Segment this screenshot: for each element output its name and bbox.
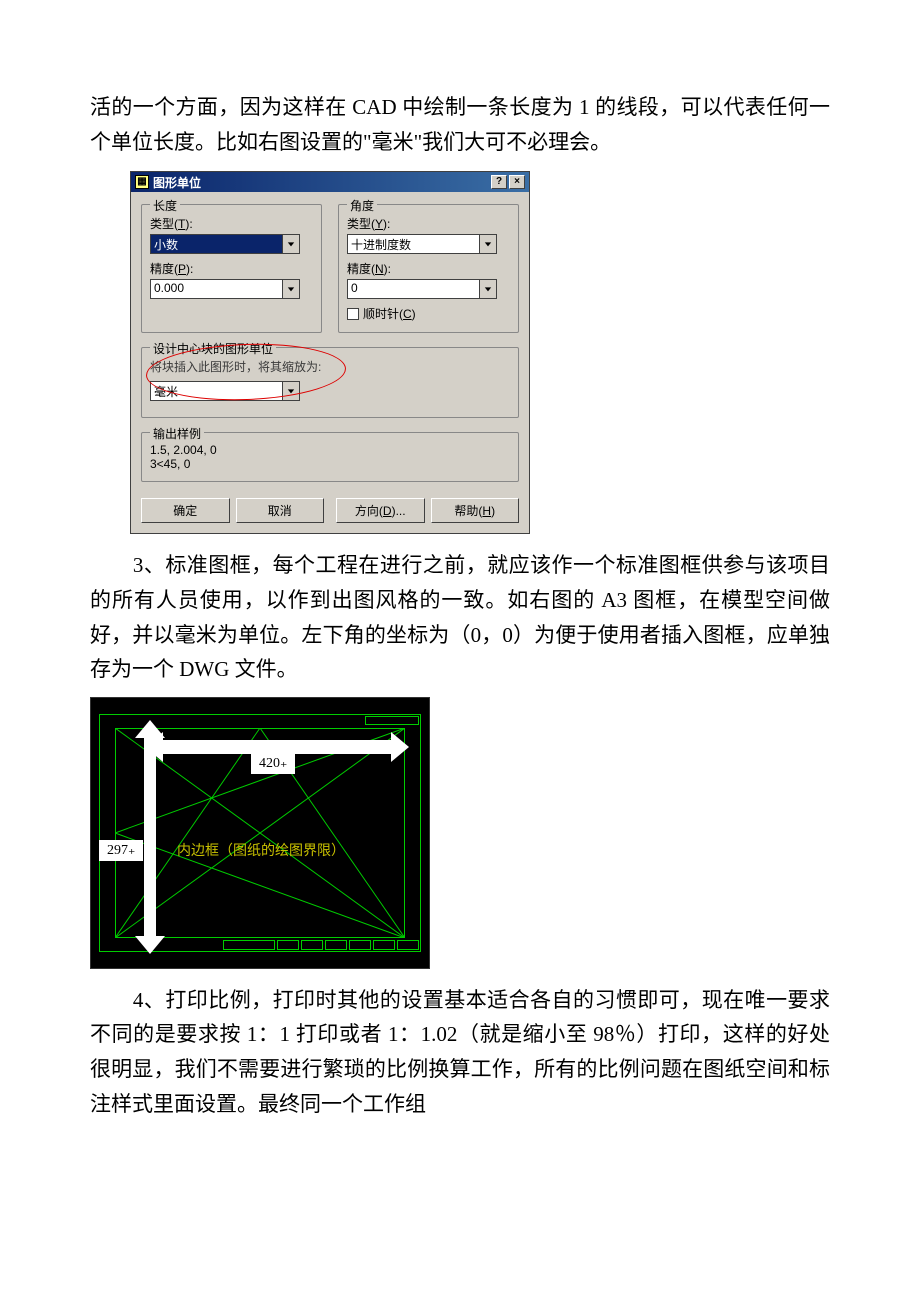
context-help-button[interactable]: ? xyxy=(491,175,507,189)
design-center-subnote: 将块插入此图形时，将其缩放为: xyxy=(150,358,510,375)
design-center-group: 设计中心块的图形单位 将块插入此图形时，将其缩放为: 毫米 xyxy=(141,347,519,418)
help-button[interactable]: 帮助(H) xyxy=(431,498,520,523)
length-type-combo[interactable]: 小数 xyxy=(150,234,300,254)
length-precision-label: 精度(P): xyxy=(150,260,313,277)
angle-group: 角度 类型(Y): 十进制度数 精度(N): 0 xyxy=(338,204,519,333)
length-legend: 长度 xyxy=(150,197,180,214)
titleblock-small xyxy=(365,716,419,725)
inner-frame-note: 内边框（图纸的绘图界限） xyxy=(177,840,345,860)
body-paragraph-3: 3、标准图框，每个工程在进行之前，就应该作一个标准图框供参与该项目的所有人员使用… xyxy=(90,548,830,687)
length-type-label: 类型(T): xyxy=(150,215,313,232)
chevron-down-icon[interactable] xyxy=(282,234,300,254)
clockwise-checkbox[interactable]: 顺时针(C) xyxy=(347,305,510,322)
sample-line-2: 3<45, 0 xyxy=(150,457,510,471)
design-center-legend: 设计中心块的图形单位 xyxy=(150,340,276,357)
angle-precision-combo[interactable]: 0 xyxy=(347,279,497,299)
titleblock-row xyxy=(223,940,419,950)
insertion-units-combo[interactable]: 毫米 xyxy=(150,381,300,401)
angle-type-value: 十进制度数 xyxy=(347,234,479,254)
dialog-titlebar: ▦ 图形单位 ? × xyxy=(131,172,529,192)
length-type-value: 小数 xyxy=(150,234,282,254)
chevron-down-icon[interactable] xyxy=(479,279,497,299)
direction-button[interactable]: 方向(D)... xyxy=(336,498,425,523)
chevron-down-icon[interactable] xyxy=(282,279,300,299)
angle-precision-label: 精度(N): xyxy=(347,260,510,277)
length-precision-combo[interactable]: 0.000 xyxy=(150,279,300,299)
cancel-button[interactable]: 取消 xyxy=(236,498,325,523)
clockwise-label: 顺时针(C) xyxy=(363,305,416,322)
chevron-down-icon[interactable] xyxy=(282,381,300,401)
drawing-units-dialog: ▦ 图形单位 ? × 长度 类型(T): 小数 xyxy=(130,171,530,534)
close-button[interactable]: × xyxy=(509,175,525,189)
ok-button[interactable]: 确定 xyxy=(141,498,230,523)
angle-type-combo[interactable]: 十进制度数 xyxy=(347,234,497,254)
insertion-units-value: 毫米 xyxy=(150,381,282,401)
sample-legend: 输出样例 xyxy=(150,425,204,442)
sample-line-1: 1.5, 2.004, 0 xyxy=(150,443,510,457)
body-paragraph-4: 4、打印比例，打印时其他的设置基本适合各自的习惯即可，现在唯一要求不同的是要求按… xyxy=(90,983,830,1122)
drawing-units-dialog-figure: ▦ 图形单位 ? × 长度 类型(T): 小数 xyxy=(130,171,830,534)
sample-output-group: 输出样例 1.5, 2.004, 0 3<45, 0 xyxy=(141,432,519,482)
app-icon: ▦ xyxy=(135,175,149,189)
length-precision-value: 0.000 xyxy=(150,279,282,299)
angle-precision-value: 0 xyxy=(347,279,479,299)
length-group: 长度 类型(T): 小数 精度(P): 0.000 xyxy=(141,204,322,333)
checkbox-box[interactable] xyxy=(347,308,359,320)
dialog-title: 图形单位 xyxy=(153,174,201,191)
chevron-down-icon[interactable] xyxy=(479,234,497,254)
height-dimension-arrow xyxy=(137,720,163,954)
width-dimension-label: 420₊ xyxy=(251,753,295,774)
a3-frame-figure: 420₊ 297₊ 内边框（图纸的绘图界限） xyxy=(90,697,430,969)
angle-legend: 角度 xyxy=(347,197,377,214)
angle-type-label: 类型(Y): xyxy=(347,215,510,232)
body-paragraph-1: 活的一个方面，因为这样在 CAD 中绘制一条长度为 1 的线段，可以代表任何一个… xyxy=(90,90,830,159)
height-dimension-label: 297₊ xyxy=(99,840,143,861)
